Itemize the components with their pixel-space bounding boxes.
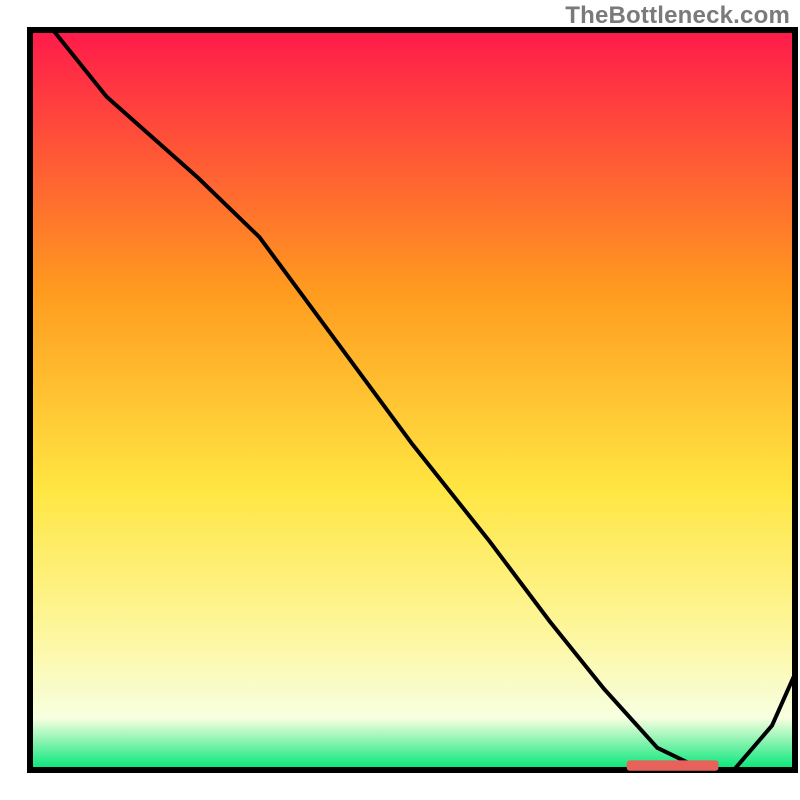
chart-canvas: [0, 0, 800, 800]
chart-stage: TheBottleneck.com: [0, 0, 800, 800]
watermark-text: TheBottleneck.com: [565, 2, 790, 30]
plot-background: [30, 30, 795, 770]
highlight-bar: [627, 760, 719, 770]
